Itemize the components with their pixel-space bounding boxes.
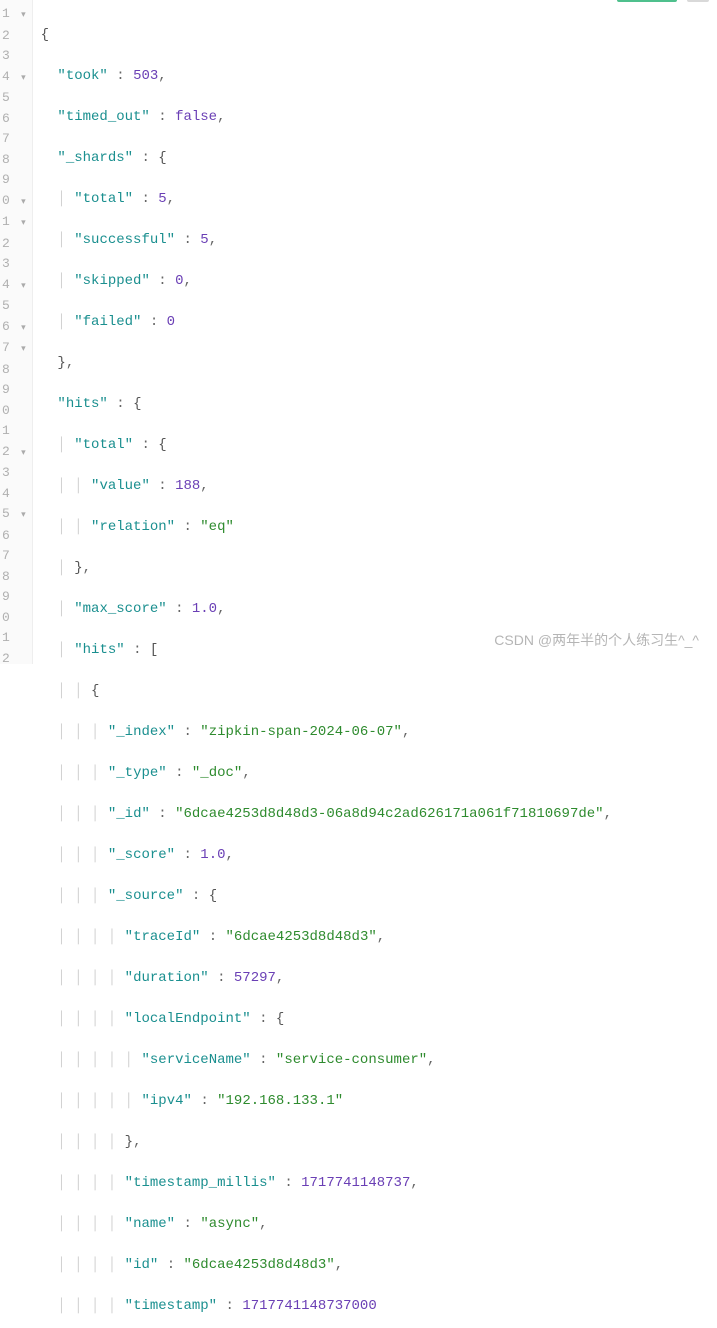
run-button[interactable] — [617, 0, 677, 2]
json-key: "value" — [91, 478, 150, 494]
json-value: 1717741148737 — [301, 1175, 410, 1191]
json-key: "_score" — [108, 847, 175, 863]
line-number: 2 — [2, 649, 26, 670]
line-number: 1 — [2, 421, 26, 442]
line-number: 4 ▾ — [2, 275, 26, 297]
secondary-button[interactable] — [687, 0, 709, 2]
json-value: 5 — [158, 191, 166, 207]
json-key: "total" — [74, 191, 133, 207]
json-key: "hits" — [74, 642, 124, 658]
code-editor[interactable]: 1 ▾2 3 4 ▾5 6 7 8 9 0 ▾1 ▾2 3 4 ▾5 6 ▾7 … — [0, 0, 717, 664]
line-number: 8 — [2, 360, 26, 381]
line-number: 7 — [2, 129, 26, 150]
line-number: 1 ▾ — [2, 212, 26, 234]
line-number: 7 — [2, 546, 26, 567]
json-value: 188 — [175, 478, 200, 494]
line-number: 8 — [2, 567, 26, 588]
line-number: 7 ▾ — [2, 338, 26, 360]
json-key: "_type" — [108, 765, 167, 781]
line-number: 5 — [2, 88, 26, 109]
json-key: "traceId" — [125, 929, 201, 945]
line-number: 9 — [2, 380, 26, 401]
json-value: false — [175, 109, 217, 125]
line-number: 4 ▾ — [2, 67, 26, 89]
line-number: 9 — [2, 170, 26, 191]
line-number: 1 — [2, 628, 26, 649]
json-key: "max_score" — [74, 601, 166, 617]
line-number: 0 — [2, 608, 26, 629]
json-key: "_source" — [108, 888, 184, 904]
json-value: "6dcae4253d8d48d3" — [226, 929, 377, 945]
json-value: "service-consumer" — [276, 1052, 427, 1068]
line-number: 6 ▾ — [2, 317, 26, 339]
json-value: "_doc" — [192, 765, 242, 781]
json-key: "_index" — [108, 724, 175, 740]
json-value: "6dcae4253d8d48d3-06a8d94c2ad626171a061f… — [175, 806, 603, 822]
json-value: 503 — [133, 68, 158, 84]
line-number: 5 ▾ — [2, 504, 26, 526]
json-value: 1717741148737000 — [242, 1298, 376, 1314]
json-value: 57297 — [234, 970, 276, 986]
json-key: "timestamp_millis" — [125, 1175, 276, 1191]
json-key: "duration" — [125, 970, 209, 986]
json-value: "eq" — [200, 519, 234, 535]
json-value: "async" — [200, 1216, 259, 1232]
json-key: "took" — [57, 68, 107, 84]
json-key: "timed_out" — [57, 109, 149, 125]
code-content[interactable]: { "took" : 503, "timed_out" : false, "_s… — [33, 0, 612, 664]
json-key: "timestamp" — [125, 1298, 217, 1314]
json-key: "name" — [125, 1216, 175, 1232]
json-key: "serviceName" — [141, 1052, 250, 1068]
line-number: 6 — [2, 109, 26, 130]
line-number: 2 ▾ — [2, 442, 26, 464]
json-value: "6dcae4253d8d48d3" — [184, 1257, 335, 1273]
json-key: "localEndpoint" — [125, 1011, 251, 1027]
line-number: 6 — [2, 526, 26, 547]
line-number: 3 — [2, 463, 26, 484]
line-number: 3 — [2, 254, 26, 275]
line-number: 0 — [2, 401, 26, 422]
json-key: "ipv4" — [141, 1093, 191, 1109]
json-key: "id" — [125, 1257, 159, 1273]
json-value: 1.0 — [200, 847, 225, 863]
json-key: "relation" — [91, 519, 175, 535]
line-number: 5 — [2, 296, 26, 317]
json-key: "successful" — [74, 232, 175, 248]
line-number: 1 ▾ — [2, 4, 26, 26]
json-value: "192.168.133.1" — [217, 1093, 343, 1109]
line-number: 8 — [2, 150, 26, 171]
line-number: 3 — [2, 46, 26, 67]
line-number: 2 — [2, 26, 26, 47]
line-number: 2 — [2, 234, 26, 255]
json-key: "total" — [74, 437, 133, 453]
line-number: 9 — [2, 587, 26, 608]
json-key: "_shards" — [57, 150, 133, 166]
line-number: 4 — [2, 484, 26, 505]
json-value: 0 — [167, 314, 175, 330]
json-value: 1.0 — [192, 601, 217, 617]
json-value: 5 — [200, 232, 208, 248]
json-key: "skipped" — [74, 273, 150, 289]
json-value: "zipkin-span-2024-06-07" — [200, 724, 402, 740]
line-number: 0 ▾ — [2, 191, 26, 213]
line-number-gutter: 1 ▾2 3 4 ▾5 6 7 8 9 0 ▾1 ▾2 3 4 ▾5 6 ▾7 … — [0, 0, 33, 664]
json-key: "failed" — [74, 314, 141, 330]
json-key: "hits" — [57, 396, 107, 412]
json-key: "_id" — [108, 806, 150, 822]
